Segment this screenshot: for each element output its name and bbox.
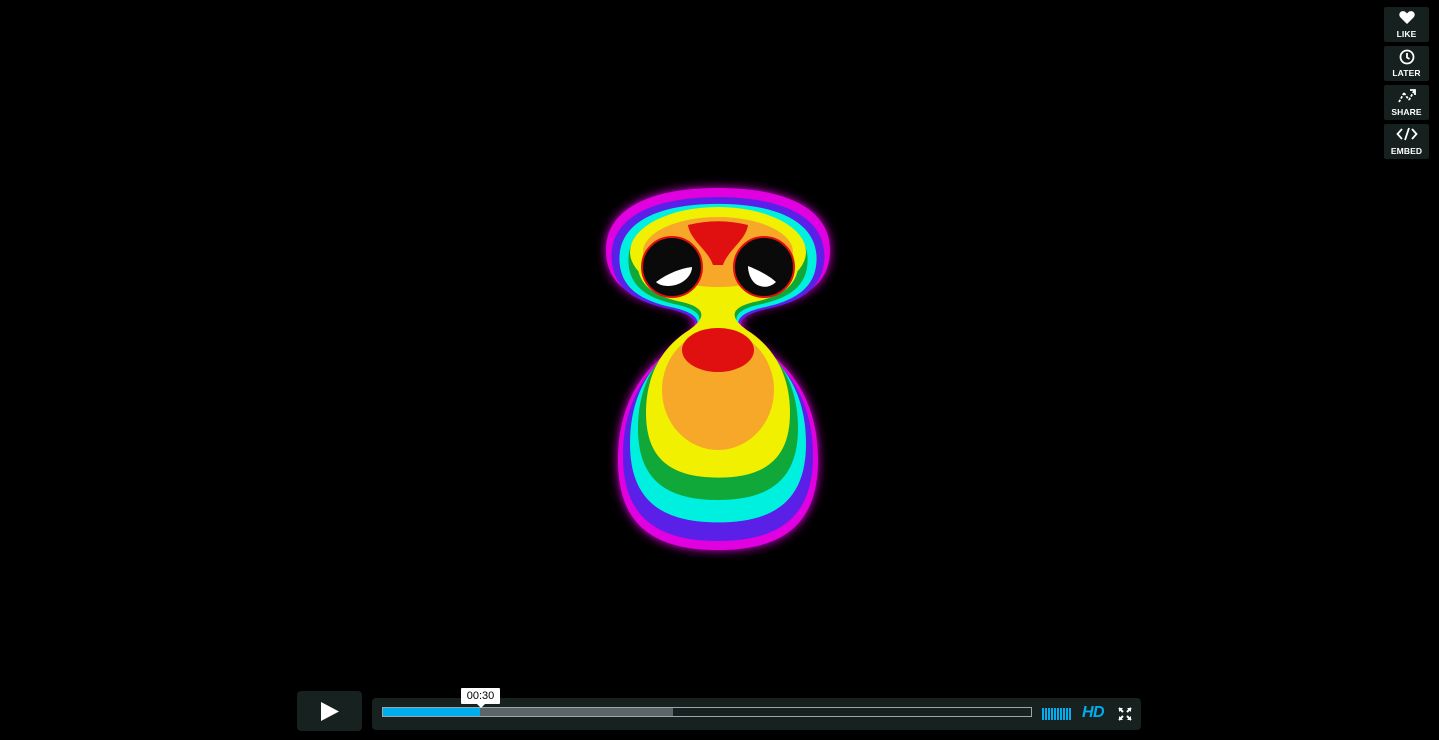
play-button[interactable]	[297, 691, 362, 731]
volume-bar	[1045, 708, 1047, 720]
volume-bar	[1060, 708, 1062, 720]
volume-bar	[1069, 708, 1071, 720]
embed-icon	[1384, 127, 1429, 144]
like-label: LIKE	[1396, 29, 1417, 39]
side-actions: LIKE LATER SHARE EMBED	[1384, 7, 1429, 163]
later-label: LATER	[1392, 68, 1421, 78]
heart-icon	[1384, 10, 1429, 27]
volume-bar	[1057, 708, 1059, 720]
like-button[interactable]: LIKE	[1384, 7, 1429, 42]
progress-bar[interactable]	[382, 707, 1032, 717]
volume-bar	[1042, 708, 1044, 720]
play-icon	[321, 702, 339, 721]
played-bar	[383, 708, 481, 716]
volume-bar	[1066, 708, 1068, 720]
clock-icon	[1384, 49, 1429, 66]
video-player[interactable]: LIKE LATER SHARE EMBED HD 00:30	[0, 0, 1439, 740]
share-button[interactable]: SHARE	[1384, 85, 1429, 120]
fullscreen-button[interactable]	[1118, 707, 1132, 721]
volume-bar	[1048, 708, 1050, 720]
volume-control[interactable]	[1042, 708, 1076, 720]
embed-button[interactable]: EMBED	[1384, 124, 1429, 159]
watch-later-button[interactable]: LATER	[1384, 46, 1429, 81]
video-frame[interactable]	[0, 0, 1439, 740]
hd-button[interactable]: HD	[1082, 704, 1105, 722]
volume-bar	[1063, 708, 1065, 720]
fullscreen-icon	[1118, 707, 1132, 721]
time-tooltip: 00:30	[461, 688, 500, 708]
volume-bar	[1051, 708, 1053, 720]
share-label: SHARE	[1391, 107, 1422, 117]
share-icon	[1384, 88, 1429, 105]
volume-bar	[1054, 708, 1056, 720]
embed-label: EMBED	[1390, 146, 1423, 156]
rainbow-creature-artwork	[606, 188, 830, 550]
